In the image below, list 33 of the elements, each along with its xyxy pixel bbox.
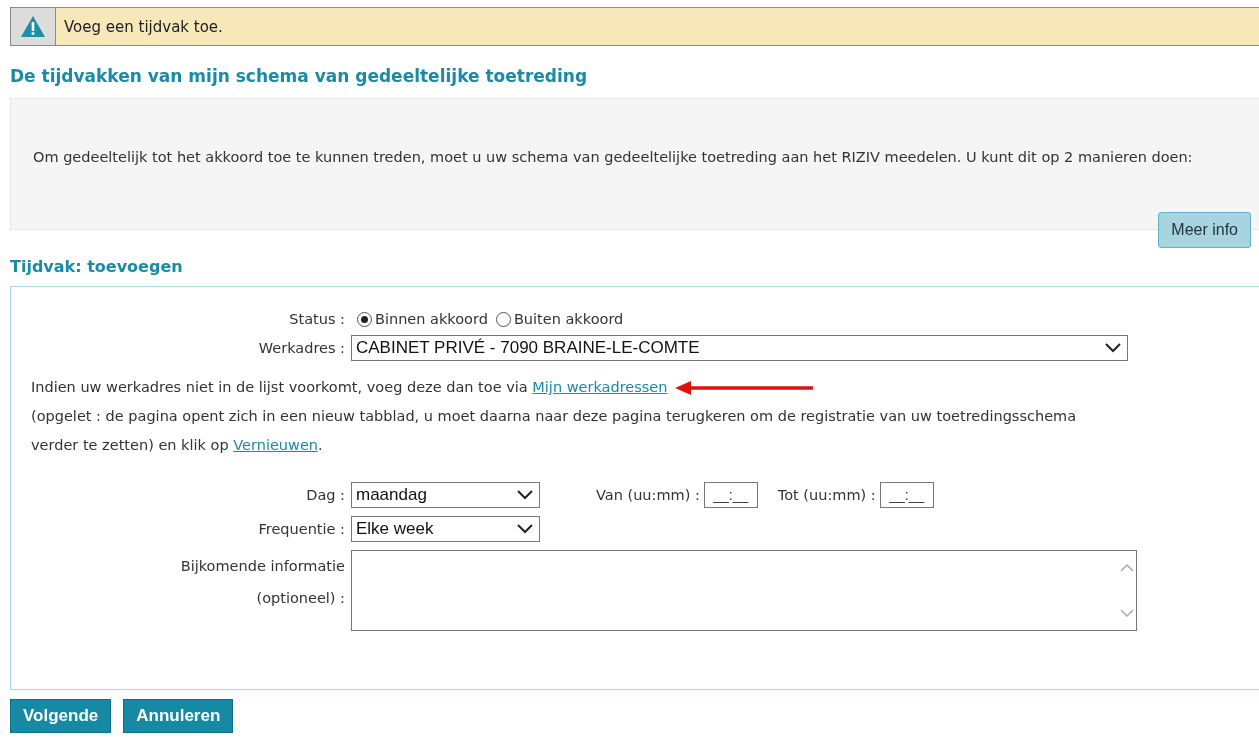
field-label: Tot (uu:mm) : bbox=[777, 487, 876, 503]
scroll-up-icon[interactable] bbox=[1120, 563, 1134, 572]
field-label: Status : bbox=[288, 311, 346, 327]
notice-text: (opgelet : de pagina opent zich in een nieuw tabblad, u moet daarna naar deze pagina terugkeren om de registratie van uw toetredingsschema verder te zetten) en klik op Vernieuwen. bbox=[31, 407, 1078, 455]
chevron-down-icon bbox=[517, 524, 533, 534]
field-label: Van (uu:mm) : bbox=[596, 487, 700, 503]
time-field[interactable]: __:__ bbox=[703, 482, 758, 508]
alert-message: Voeg een tijdvak toe. bbox=[63, 17, 223, 36]
field-label: Werkadres : bbox=[257, 340, 346, 356]
chevron-down-icon bbox=[1105, 343, 1121, 353]
scroll-down-icon[interactable] bbox=[1120, 609, 1134, 618]
chevron-down-icon bbox=[517, 490, 533, 500]
notice-text: Indien uw werkadres niet in de lijst voorkomt, voeg deze dan toe via Mijn werkadressen bbox=[31, 378, 668, 397]
field-label: Dag : bbox=[305, 487, 346, 503]
field-label: Frequentie : bbox=[257, 521, 346, 537]
address-dropdown[interactable]: CABINET PRIVÉ - 7090 BRAINE-LE-COMTE bbox=[351, 335, 1128, 361]
text-area[interactable] bbox=[351, 550, 1137, 631]
link[interactable]: Mijn werkadressen bbox=[532, 379, 668, 395]
time-field[interactable]: __:__ bbox=[879, 482, 934, 508]
page-title: De tijdvakken van mijn schema van gedeeltelijke toetreding bbox=[10, 66, 589, 86]
radio-label: Buiten akkoord bbox=[513, 311, 624, 327]
link[interactable]: Vernieuwen bbox=[233, 437, 318, 453]
info-text: Om gedeeltelijk tot het akkoord toe te kunnen treden, moet u uw schema van gedeeltelijke toetreding aan het RIZIV meedelen. U kunt dit op 2 manieren doen: bbox=[33, 148, 1194, 167]
section-title: Tijdvak: toevoegen bbox=[10, 257, 184, 276]
warning-icon bbox=[20, 15, 46, 38]
more-info-button[interactable]: Meer info bbox=[1158, 212, 1251, 248]
frequency-dropdown[interactable]: Elke week bbox=[351, 516, 540, 542]
day-dropdown[interactable]: maandag bbox=[351, 482, 540, 508]
radio-label: Binnen akkoord bbox=[375, 311, 488, 327]
field-label: (optioneel) : bbox=[255, 589, 345, 608]
action-button[interactable]: Volgende bbox=[10, 699, 112, 733]
field-label: Bijkomende informatie bbox=[179, 557, 345, 576]
action-button[interactable]: Annuleren bbox=[123, 699, 234, 733]
